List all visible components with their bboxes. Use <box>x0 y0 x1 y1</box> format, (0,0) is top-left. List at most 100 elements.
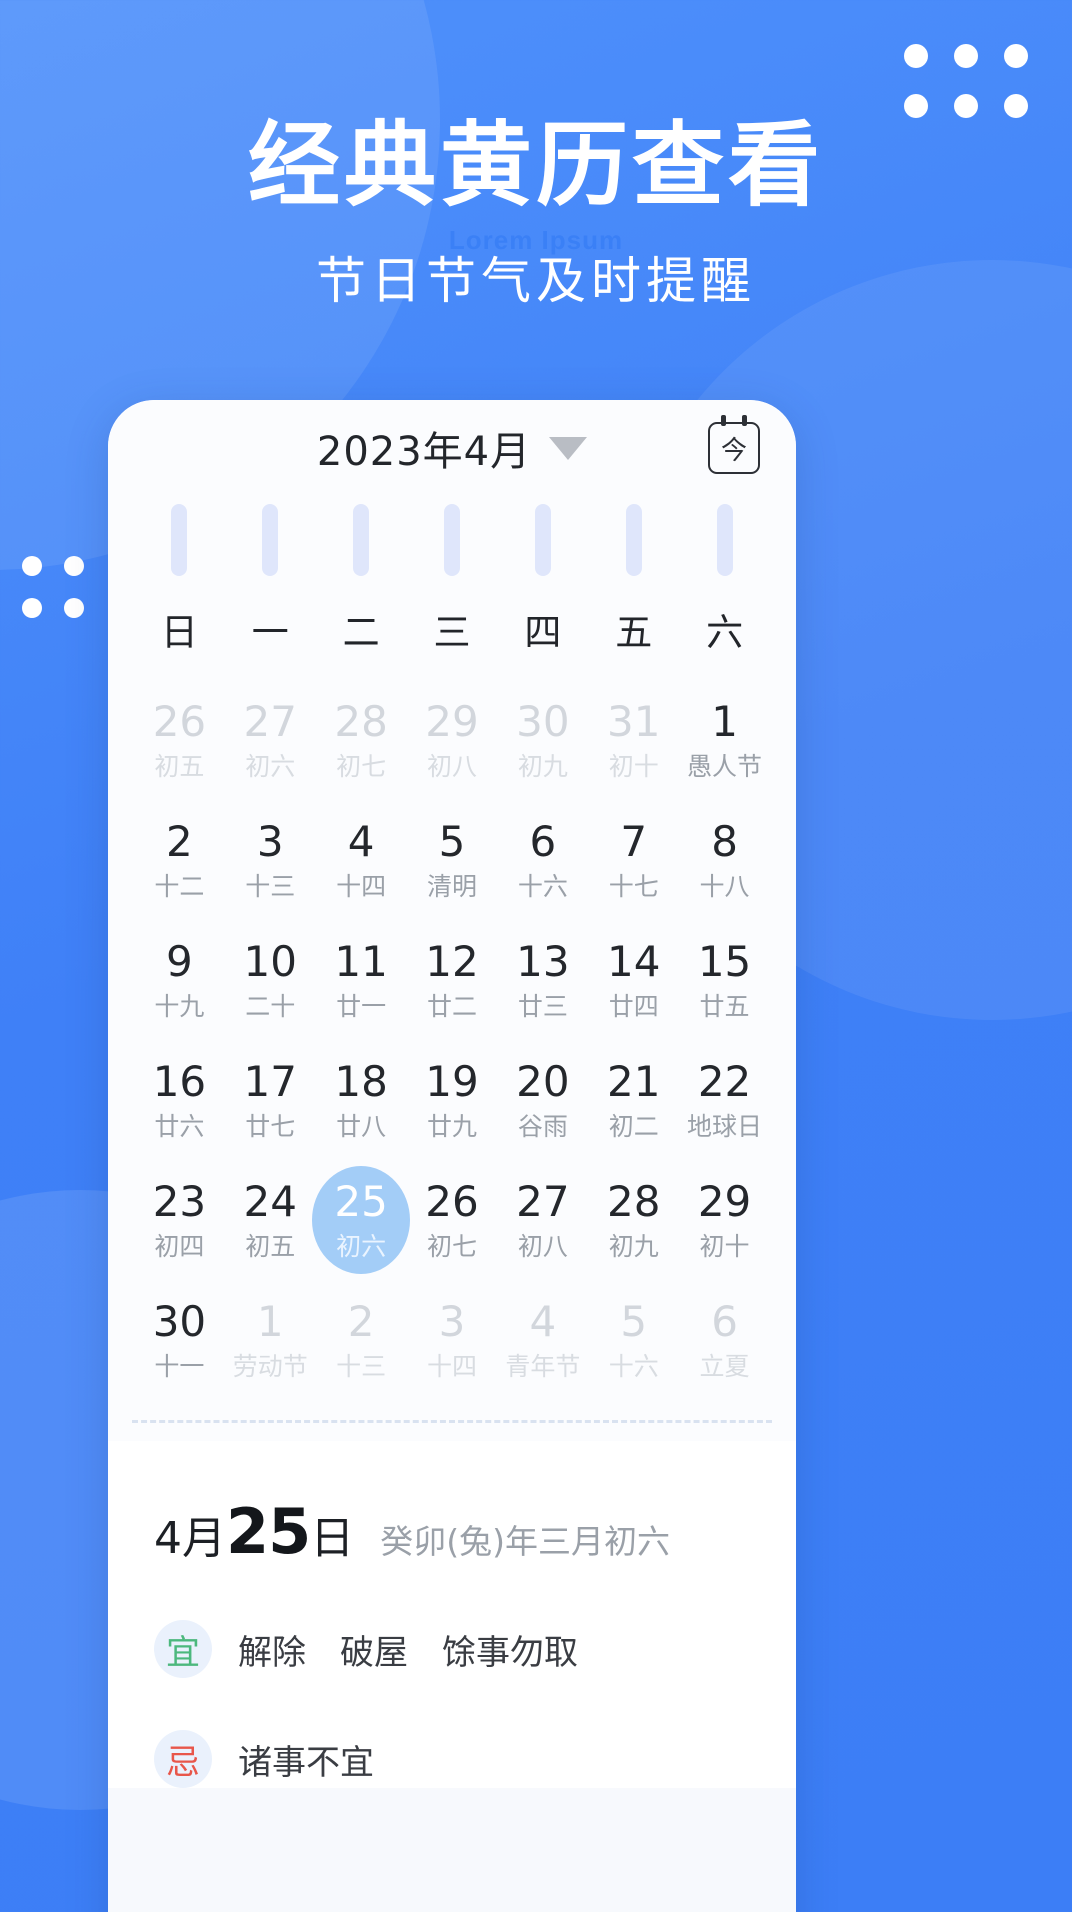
weekday-label: 二 <box>342 611 380 654</box>
calendar-day[interactable]: 1 劳动节 <box>225 1280 316 1400</box>
page-title: 经典黄历查看 <box>247 112 824 219</box>
calendar-day[interactable]: 18 廿八 <box>316 1040 407 1160</box>
day-lunar-label: 初八 <box>426 752 477 781</box>
weekday-bar-icon <box>716 504 733 576</box>
day-number: 14 <box>606 937 661 986</box>
day-number: 31 <box>606 697 661 746</box>
calendar-day[interactable]: 5 十六 <box>588 1280 679 1400</box>
day-lunar-label: 十一 <box>154 1352 205 1381</box>
day-lunar-label: 廿五 <box>699 992 750 1021</box>
detail-day-number: 25 <box>226 1495 311 1568</box>
calendar-day-grid: 26 初五 27 初六 28 初七 29 初八 30 初九 31 初十 1 愚人节 2 十二 3 十三 4 十四 5 清明… <box>108 656 796 1400</box>
weekday-bar-icon <box>625 504 642 576</box>
day-number: 24 <box>243 1177 297 1226</box>
ji-item: 诸事不宜 <box>238 1742 374 1783</box>
day-number: 29 <box>697 1177 752 1226</box>
day-number: 6 <box>529 817 557 866</box>
day-number: 20 <box>516 1057 570 1106</box>
day-detail-panel: 4月25日 癸卯(兔)年三月初六 宜 解除 破屋 馀事勿取 忌 诸事不宜 <box>108 1441 796 1788</box>
calendar-day[interactable]: 8 十八 <box>679 800 770 920</box>
calendar-day[interactable]: 9 十九 <box>134 920 225 1040</box>
day-number: 6 <box>711 1297 738 1346</box>
dot-icon <box>954 44 978 68</box>
calendar-day[interactable]: 7 十七 <box>588 800 679 920</box>
calendar-day[interactable]: 20 谷雨 <box>497 1040 588 1160</box>
day-lunar-label: 初五 <box>245 1232 296 1261</box>
calendar-day[interactable]: 29 初十 <box>679 1160 770 1280</box>
day-number: 8 <box>711 817 738 866</box>
calendar-day[interactable]: 12 廿二 <box>407 920 498 1040</box>
day-lunar-label: 地球日 <box>687 1112 763 1141</box>
weekday-label: 五 <box>615 611 653 654</box>
calendar-day[interactable]: 16 廿六 <box>134 1040 225 1160</box>
calendar-day-selected[interactable]: 25 初六 <box>312 1160 410 1280</box>
calendar-day[interactable]: 15 廿五 <box>679 920 770 1040</box>
calendar-day[interactable]: 23 初四 <box>134 1160 225 1280</box>
day-lunar-label: 十二 <box>154 872 205 901</box>
calendar-day[interactable]: 1 愚人节 <box>679 680 770 800</box>
calendar-day[interactable]: 31 初十 <box>588 680 679 800</box>
calendar-day[interactable]: 27 初六 <box>225 680 316 800</box>
weekday-label: 三 <box>433 611 471 654</box>
day-lunar-label: 十三 <box>245 872 296 901</box>
calendar-day[interactable]: 5 清明 <box>407 800 498 920</box>
calendar-day[interactable]: 27 初八 <box>497 1160 588 1280</box>
day-number: 19 <box>425 1057 479 1106</box>
day-lunar-label: 廿三 <box>517 992 568 1021</box>
calendar-day[interactable]: 21 初二 <box>588 1040 679 1160</box>
weekday-bar-icon <box>171 504 188 576</box>
yi-item: 破屋 <box>340 1632 408 1673</box>
calendar-day[interactable]: 28 初七 <box>316 680 407 800</box>
dot-icon <box>64 556 84 576</box>
day-number: 1 <box>711 697 738 746</box>
calendar-day[interactable]: 3 十三 <box>225 800 316 920</box>
weekday-cell: 三 <box>407 496 498 656</box>
calendar-day[interactable]: 26 初七 <box>407 1160 498 1280</box>
day-number: 18 <box>334 1057 388 1106</box>
detail-date-row: 4月25日 癸卯(兔)年三月初六 <box>154 1495 750 1568</box>
day-lunar-label: 初八 <box>517 1232 568 1261</box>
calendar-day[interactable]: 30 十一 <box>134 1280 225 1400</box>
day-lunar-label: 廿九 <box>426 1112 477 1141</box>
calendar-day[interactable]: 2 十三 <box>316 1280 407 1400</box>
calendar-day[interactable]: 2 十二 <box>134 800 225 920</box>
day-number: 2 <box>166 817 193 866</box>
day-number: 3 <box>256 817 284 866</box>
calendar-day[interactable]: 24 初五 <box>225 1160 316 1280</box>
day-lunar-label: 初六 <box>336 1232 387 1261</box>
today-button[interactable]: 今 <box>708 415 760 474</box>
dot-icon <box>22 556 42 576</box>
calendar-day[interactable]: 30 初九 <box>497 680 588 800</box>
day-number: 23 <box>152 1177 207 1226</box>
ji-row: 忌 诸事不宜 <box>154 1730 750 1788</box>
day-number: 22 <box>697 1057 752 1106</box>
calendar-day[interactable]: 11 廿一 <box>316 920 407 1040</box>
ji-badge-icon: 忌 <box>154 1730 212 1788</box>
calendar-day[interactable]: 4 青年节 <box>497 1280 588 1400</box>
calendar-day[interactable]: 14 廿四 <box>588 920 679 1040</box>
weekday-label: 日 <box>160 611 198 654</box>
day-lunar-label: 立夏 <box>699 1352 750 1381</box>
calendar-day[interactable]: 3 十四 <box>407 1280 498 1400</box>
calendar-day[interactable]: 28 初九 <box>588 1160 679 1280</box>
calendar-day[interactable]: 17 廿七 <box>225 1040 316 1160</box>
yi-badge-icon: 宜 <box>154 1620 212 1678</box>
month-selector[interactable]: 2023年4月 <box>317 419 588 477</box>
calendar-day[interactable]: 10 二十 <box>225 920 316 1040</box>
weekday-bar-icon <box>262 504 279 576</box>
day-lunar-label: 十七 <box>608 872 659 901</box>
calendar-day[interactable]: 4 十四 <box>316 800 407 920</box>
calendar-day[interactable]: 22 地球日 <box>679 1040 770 1160</box>
day-number: 27 <box>243 697 297 746</box>
calendar-day[interactable]: 6 十六 <box>497 800 588 920</box>
calendar-day[interactable]: 26 初五 <box>134 680 225 800</box>
weekday-cell: 日 <box>134 496 225 656</box>
day-number: 29 <box>425 697 479 746</box>
calendar-day[interactable]: 13 廿三 <box>497 920 588 1040</box>
day-number: 17 <box>243 1057 297 1106</box>
dot-icon <box>22 598 42 618</box>
calendar-day[interactable]: 6 立夏 <box>679 1280 770 1400</box>
calendar-day[interactable]: 19 廿九 <box>407 1040 498 1160</box>
day-lunar-label: 愚人节 <box>687 752 763 781</box>
calendar-day[interactable]: 29 初八 <box>407 680 498 800</box>
